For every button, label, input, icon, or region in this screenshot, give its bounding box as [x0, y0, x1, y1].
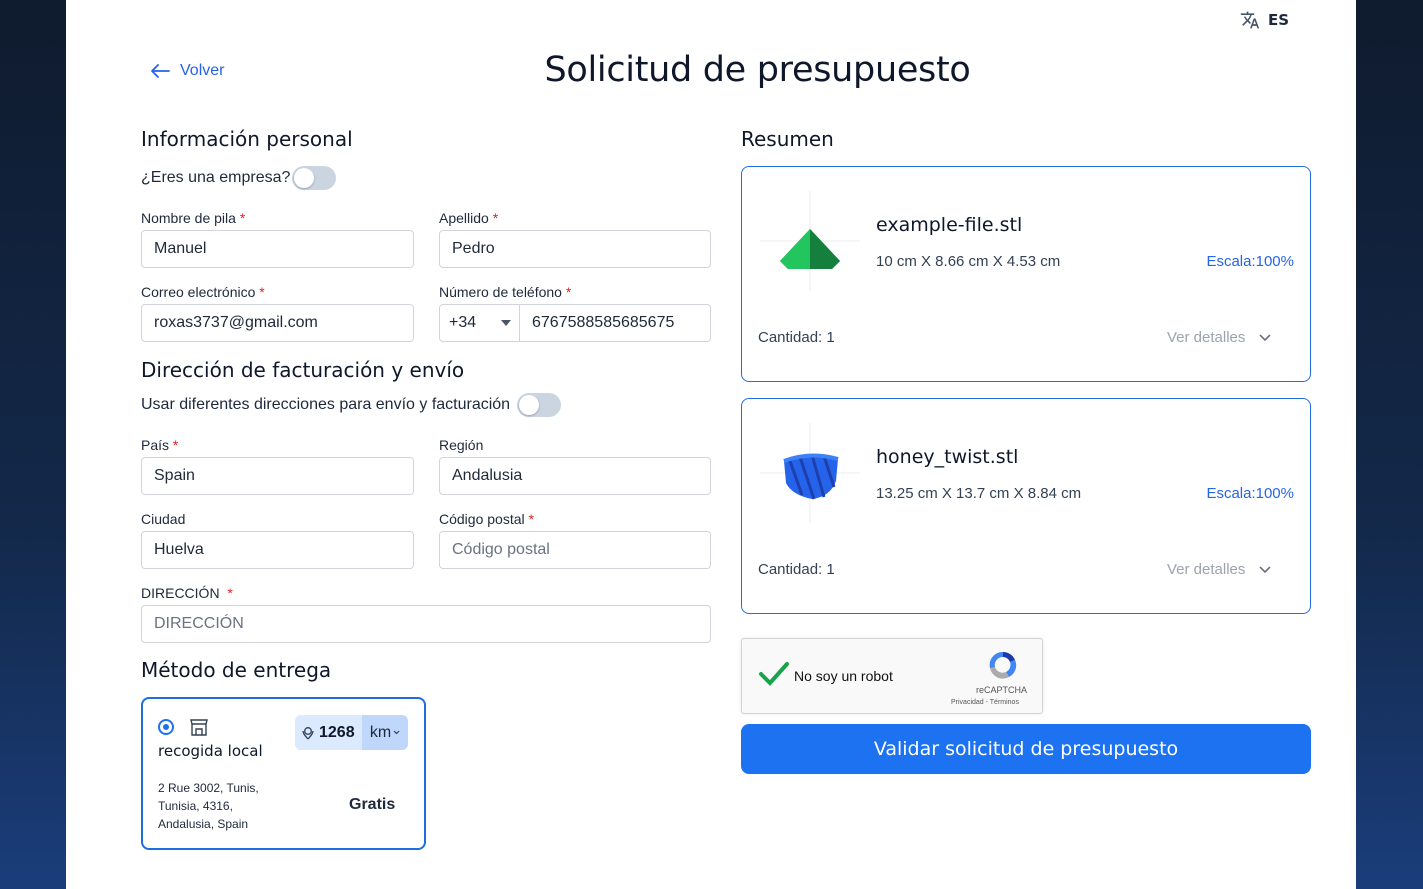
delivery-address: 2 Rue 3002, Tunis, Tunisia, 4316, Andalu… — [158, 779, 259, 833]
language-selector[interactable]: ES — [1240, 10, 1289, 30]
recaptcha-widget: No soy un robot reCAPTCHA Privacidad - T… — [741, 638, 1043, 714]
page-title: Solicitud de presupuesto — [544, 50, 971, 90]
chevron-down-icon — [1259, 565, 1271, 573]
postal-label: Código postal * — [439, 511, 534, 527]
different-address-toggle[interactable] — [517, 393, 561, 417]
view-details-label: Ver detalles — [1167, 561, 1246, 578]
distance-unit: km — [369, 723, 392, 741]
different-address-label: Usar diferentes direcciones para envío y… — [141, 396, 511, 413]
delivery-option-name: recogida local — [158, 742, 263, 760]
summary-heading: Resumen — [741, 127, 834, 151]
file-quantity: Cantidad: 1 — [758, 561, 835, 578]
company-question: ¿Eres una empresa? — [141, 169, 291, 186]
language-code: ES — [1268, 11, 1290, 29]
phone-prefix-select[interactable]: +34 — [440, 305, 520, 341]
city-label: Ciudad — [141, 511, 186, 527]
city-field[interactable]: Huelva — [141, 531, 414, 569]
phone-number-input[interactable]: 6767588585685675 — [520, 314, 674, 332]
distance-value: 1268 — [319, 723, 355, 741]
file-name: example-file.stl — [876, 214, 1023, 236]
toggle-knob — [519, 395, 539, 415]
email-field[interactable]: roxas3737@gmail.com — [141, 304, 414, 342]
file-quantity: Cantidad: 1 — [758, 329, 835, 346]
checkmark-icon[interactable] — [758, 661, 790, 687]
postal-field[interactable]: Código postal — [439, 531, 711, 569]
phone-prefix: +34 — [449, 314, 477, 331]
street-field[interactable]: DIRECCIÓN — [141, 605, 711, 643]
distance-badge: 1268 km — [295, 715, 408, 750]
delivery-price: Gratis — [349, 796, 396, 813]
caret-down-icon — [501, 320, 511, 326]
delivery-radio[interactable] — [158, 719, 174, 735]
chevron-down-icon — [393, 730, 400, 735]
region-label: Región — [439, 437, 484, 453]
region-field[interactable]: Andalusia — [439, 457, 711, 495]
view-details-toggle[interactable]: Ver detalles — [1167, 329, 1271, 346]
distance-unit-select[interactable]: km — [362, 715, 408, 750]
summary-item-card: example-file.stl 10 cm X 8.66 cm X 4.53 … — [741, 166, 1311, 382]
file-name: honey_twist.stl — [876, 446, 1019, 468]
summary-item-card: honey_twist.stl 13.25 cm X 13.7 cm X 8.8… — [741, 398, 1311, 614]
country-field[interactable]: Spain — [141, 457, 414, 495]
recaptcha-logo-icon — [989, 651, 1017, 679]
view-details-toggle[interactable]: Ver detalles — [1167, 561, 1271, 578]
submit-quote-button[interactable]: Validar solicitud de presupuesto — [741, 724, 1311, 774]
delivery-address-line: Tunisia, 4316, — [158, 799, 233, 813]
view-details-label: Ver detalles — [1167, 329, 1246, 346]
delivery-option-card[interactable]: recogida local 1268 km 2 Rue 3002, Tunis… — [141, 697, 426, 850]
location-pin-icon — [302, 726, 314, 739]
first-name-label: Nombre de pila * — [141, 210, 246, 226]
delivery-address-line: 2 Rue 3002, Tunis, — [158, 781, 259, 795]
phone-field-group: +34 6767588585685675 — [439, 304, 711, 342]
street-label: DIRECCIÓN * — [141, 585, 233, 601]
address-heading: Dirección de facturación y envío — [141, 358, 465, 382]
file-dimensions: 10 cm X 8.66 cm X 4.53 cm — [876, 253, 1061, 270]
recaptcha-brand: reCAPTCHA — [976, 685, 1028, 695]
email-label: Correo electrónico * — [141, 284, 265, 300]
page: ES Volver Solicitud de presupuesto Infor… — [66, 0, 1356, 889]
model-thumbnail — [758, 421, 862, 525]
personal-info-heading: Información personal — [141, 127, 353, 151]
file-scale: Escala:100% — [1206, 485, 1294, 502]
model-thumbnail — [758, 189, 862, 293]
country-label: País * — [141, 437, 179, 453]
last-name-field[interactable]: Pedro — [439, 230, 711, 268]
chevron-down-icon — [1259, 333, 1271, 341]
toggle-knob — [294, 168, 314, 188]
delivery-address-line: Andalusia, Spain — [158, 817, 249, 831]
store-icon — [190, 719, 208, 736]
last-name-label: Apellido * — [439, 210, 499, 226]
recaptcha-label: No soy un robot — [794, 668, 893, 684]
delivery-heading: Método de entrega — [141, 658, 332, 682]
recaptcha-links[interactable]: Privacidad - Términos — [951, 699, 1019, 706]
file-dimensions: 13.25 cm X 13.7 cm X 8.84 cm — [876, 485, 1082, 502]
file-scale: Escala:100% — [1206, 253, 1294, 270]
translate-icon — [1240, 11, 1260, 29]
phone-label: Número de teléfono * — [439, 284, 572, 300]
company-toggle[interactable] — [292, 166, 336, 190]
first-name-field[interactable]: Manuel — [141, 230, 414, 268]
